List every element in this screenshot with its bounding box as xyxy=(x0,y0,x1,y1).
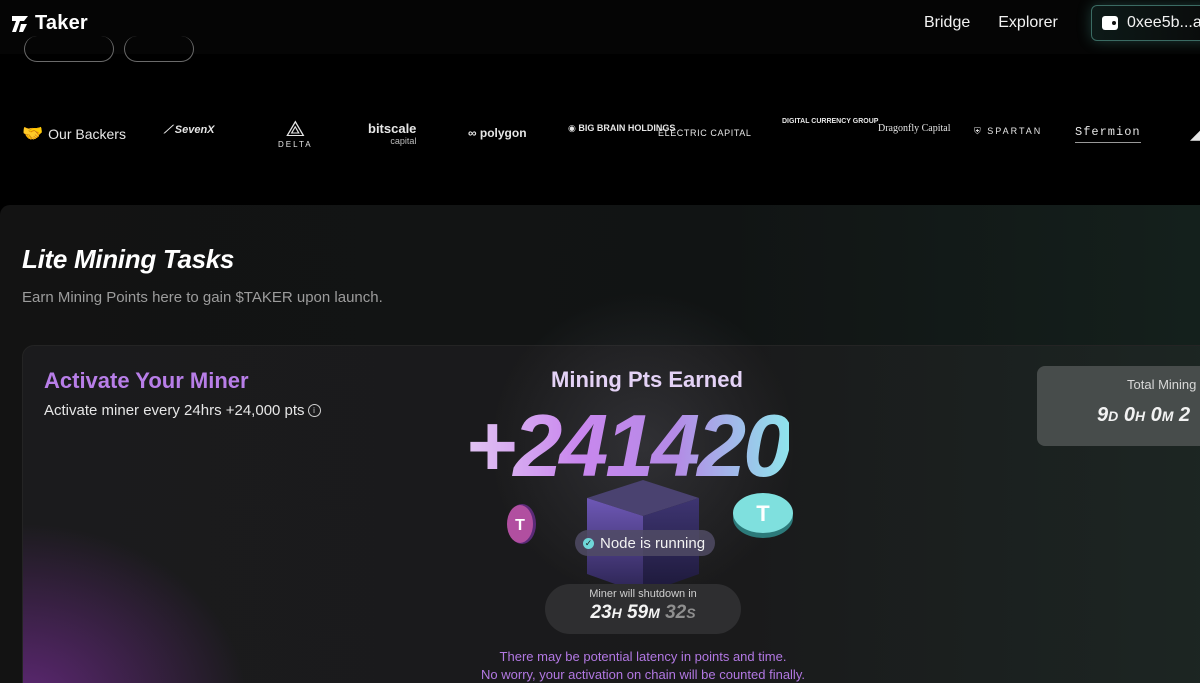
taker-coin-right-icon: T xyxy=(733,493,793,538)
wallet-address: 0xee5b...a xyxy=(1127,14,1200,31)
shutdown-timer: Miner will shutdown in 23H 59M 32S xyxy=(545,584,741,634)
lite-mining-section: Lite Mining Tasks Earn Mining Points her… xyxy=(0,205,1200,683)
taker-logo-icon xyxy=(12,15,28,32)
node-status-badge: ✓ Node is running xyxy=(575,530,716,556)
wallet-button[interactable]: 0xee5b...a xyxy=(1091,5,1200,41)
taker-coin-left-icon: T xyxy=(507,504,536,544)
miner-card: Activate Your Miner Activate miner every… xyxy=(22,286,1200,683)
backer-logo-sfermion: Sfermion xyxy=(1075,125,1141,143)
latency-notice: There may be potential latency in points… xyxy=(481,649,805,682)
backer-logo-electric-capital: ELECTRIC CAPITAL xyxy=(658,128,752,138)
shutdown-label: Miner will shutdown in xyxy=(589,588,697,600)
backer-logo-polygon: ∞ polygon xyxy=(468,126,527,140)
wallet-icon xyxy=(1102,16,1118,30)
nav-links: Bridge Explorer xyxy=(924,14,1058,32)
activate-miner-title[interactable]: Activate Your Miner xyxy=(44,368,249,394)
activate-miner-subtitle: Activate miner every 24hrs +24,000 pts i xyxy=(44,402,321,419)
backer-logo-partial: ◢ xyxy=(1190,126,1200,142)
backer-logo-spartan: ⛨ SPARTAN xyxy=(974,126,1043,136)
nav-link-explorer[interactable]: Explorer xyxy=(998,14,1058,32)
backer-logo-delta: ⟁ DELTA xyxy=(278,116,313,150)
section-subtitle: Earn Mining Points here to gain $TAKER u… xyxy=(22,289,383,306)
backer-logo-dcg: DIGITAL CURRENCY GROUP xyxy=(782,118,879,125)
brand-name: Taker xyxy=(35,12,88,34)
handshake-icon: 🤝 xyxy=(22,124,44,143)
backer-logo-bitscale: bitscale capital xyxy=(368,121,417,146)
backers-strip: 🤝 Our Backers ⟋ SevenX ⟁ DELTA bitscale ca… xyxy=(0,110,1200,160)
svg-text:T: T xyxy=(756,501,770,526)
backers-heading: 🤝 Our Backers xyxy=(22,124,126,144)
check-icon: ✓ xyxy=(583,537,594,549)
brand-logo[interactable]: Taker xyxy=(11,12,88,35)
partial-pill-button[interactable] xyxy=(124,36,194,62)
nav-link-bridge[interactable]: Bridge xyxy=(924,14,970,32)
info-icon[interactable]: i xyxy=(307,404,321,417)
svg-text:T: T xyxy=(515,517,525,534)
mining-pts-label: Mining Pts Earned xyxy=(551,367,743,392)
shutdown-countdown: 23H 59M 32S xyxy=(590,602,696,623)
total-mining-label: Total Mining T xyxy=(1127,377,1200,392)
total-mining-time: 9D 0H 0M 2 xyxy=(1097,404,1191,426)
section-title: Lite Mining Tasks xyxy=(22,244,235,274)
backer-logo-sevenx: ⟋ SevenX xyxy=(164,124,215,136)
page: Taker Bridge Explorer 0xee5b...a 🤝 Our B… xyxy=(0,0,1200,683)
partial-pill-button[interactable] xyxy=(24,36,114,62)
backers-title: Our Backers xyxy=(48,126,126,142)
node-status-text: Node is running xyxy=(600,534,706,552)
total-mining-time-card: Total Mining T 9D 0H 0M 2 xyxy=(1037,366,1200,446)
backer-logo-dragonfly: Dragonfly Capital xyxy=(878,123,951,134)
